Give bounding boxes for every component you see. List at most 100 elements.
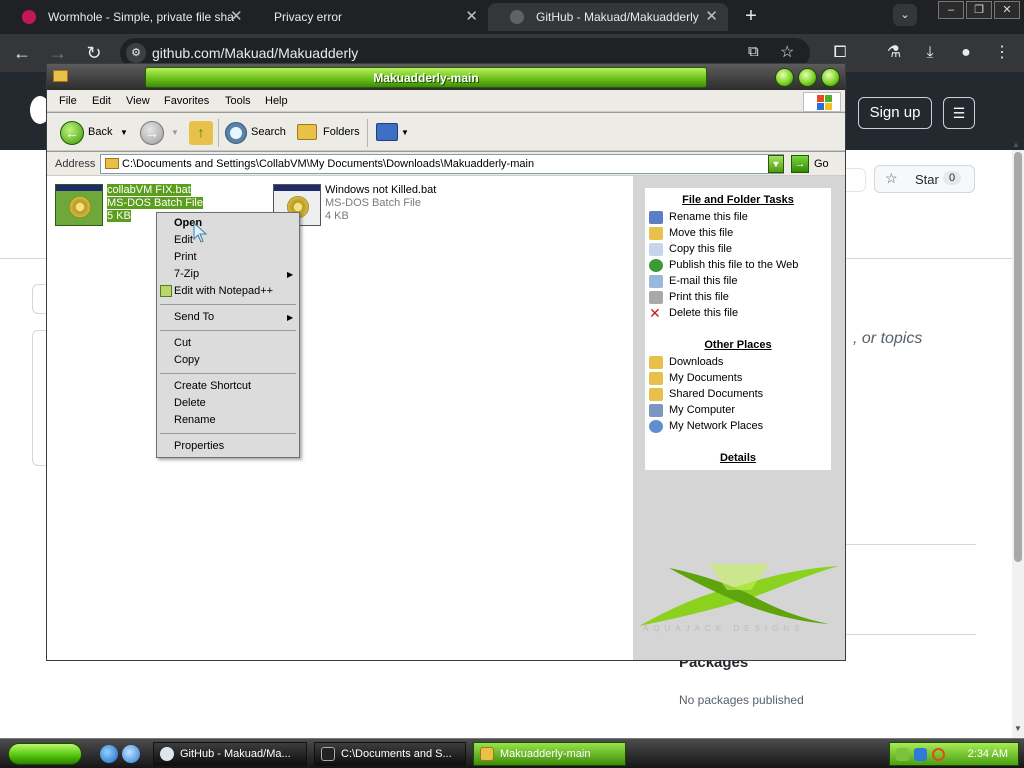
taskbar-item-github[interactable]: GitHub - Makuad/Ma... bbox=[153, 742, 307, 766]
tab-github[interactable]: GitHub - Makuad/Makuadderly ✕ bbox=[488, 3, 728, 31]
back-button[interactable]: Back bbox=[88, 126, 112, 138]
clock[interactable]: 2:34 AM bbox=[968, 748, 1008, 760]
task-copy[interactable]: Copy this file bbox=[669, 243, 732, 255]
computer-icon bbox=[649, 404, 663, 417]
ctx-cut[interactable]: Cut bbox=[174, 337, 191, 349]
tray-volume-icon[interactable] bbox=[914, 748, 927, 761]
menu-file[interactable]: File bbox=[59, 95, 77, 107]
restore-icon[interactable]: ❐ bbox=[966, 1, 992, 19]
star-button[interactable]: ☆ Star 0 bbox=[874, 165, 975, 193]
back-dropdown-icon[interactable]: ▼ bbox=[120, 128, 128, 137]
download-icon[interactable]: ⤓ bbox=[917, 40, 943, 66]
tray-search-icon[interactable] bbox=[932, 748, 945, 761]
tray-network-icon[interactable] bbox=[896, 748, 909, 761]
back-arrow-icon[interactable]: ← bbox=[9, 40, 35, 66]
place-my-documents[interactable]: My Documents bbox=[669, 372, 742, 384]
ctx-edit-notepadpp[interactable]: Edit with Notepad++ bbox=[174, 285, 273, 297]
folders-button[interactable]: Folders bbox=[323, 126, 360, 138]
more-menu-icon[interactable]: ⋮ bbox=[989, 40, 1015, 66]
profile-icon[interactable]: ● bbox=[953, 40, 979, 66]
internet-explorer-icon[interactable] bbox=[100, 745, 118, 763]
ctx-print[interactable]: Print bbox=[174, 251, 197, 263]
details-heading[interactable]: Details bbox=[645, 452, 831, 464]
task-rename[interactable]: Rename this file bbox=[669, 211, 748, 223]
address-dropdown-icon[interactable]: ▼ bbox=[768, 155, 784, 173]
address-path[interactable]: C:\Documents and Settings\CollabVM\My Do… bbox=[122, 158, 534, 170]
new-tab-button[interactable]: + bbox=[738, 4, 764, 30]
scroll-up-icon[interactable]: ▲ bbox=[1012, 140, 1020, 149]
close-tab-icon[interactable]: ✕ bbox=[230, 7, 243, 25]
install-icon[interactable]: ⧉ bbox=[748, 43, 759, 60]
ctx-7zip[interactable]: 7-Zip bbox=[174, 268, 199, 280]
task-move[interactable]: Move this file bbox=[669, 227, 733, 239]
scrollbar-thumb[interactable] bbox=[1014, 152, 1022, 562]
page-scrollbar[interactable]: ▲ ▼ bbox=[1012, 140, 1024, 740]
tasks-panel: File and Folder Tasks Rename this file M… bbox=[645, 188, 831, 470]
menu-favorites[interactable]: Favorites bbox=[164, 95, 209, 107]
forward-dropdown-icon[interactable]: ▼ bbox=[171, 128, 179, 137]
other-places-heading[interactable]: Other Places bbox=[645, 339, 831, 351]
ctx-rename[interactable]: Rename bbox=[174, 414, 216, 426]
task-email[interactable]: E-mail this file bbox=[669, 275, 737, 287]
folder-up-icon[interactable]: ↑ bbox=[189, 121, 213, 145]
minimize-button[interactable] bbox=[775, 68, 794, 87]
ctx-copy[interactable]: Copy bbox=[174, 354, 200, 366]
taskbar-item-explorer[interactable]: Makuadderly-main bbox=[473, 742, 626, 766]
url-text[interactable]: github.com/Makuad/Makuadderly bbox=[152, 45, 358, 61]
file-tasks-heading[interactable]: File and Folder Tasks bbox=[645, 194, 831, 206]
bookmark-star-icon[interactable]: ☆ bbox=[780, 42, 794, 62]
search-button[interactable]: Search bbox=[251, 126, 286, 138]
close-icon[interactable]: ✕ bbox=[994, 1, 1020, 19]
views-dropdown-icon[interactable]: ▼ bbox=[401, 128, 409, 137]
globe-icon bbox=[649, 259, 663, 272]
task-print[interactable]: Print this file bbox=[669, 291, 729, 303]
menu-help[interactable]: Help bbox=[265, 95, 288, 107]
browser-shortcut-icon[interactable] bbox=[122, 745, 140, 763]
folder-icon bbox=[105, 158, 119, 169]
ctx-edit[interactable]: Edit bbox=[174, 234, 193, 246]
address-field[interactable]: C:\Documents and Settings\CollabVM\My Do… bbox=[100, 154, 784, 174]
place-my-computer[interactable]: My Computer bbox=[669, 404, 735, 416]
close-button[interactable] bbox=[821, 68, 840, 87]
start-button[interactable] bbox=[8, 743, 82, 765]
close-tab-icon[interactable]: ✕ bbox=[465, 7, 478, 25]
search-icon[interactable] bbox=[225, 122, 247, 144]
menu-tools[interactable]: Tools bbox=[225, 95, 251, 107]
file-windows-not-killed[interactable]: Windows not Killed.bat MS-DOS Batch File… bbox=[273, 184, 473, 228]
place-shared-documents[interactable]: Shared Documents bbox=[669, 388, 763, 400]
mouse-cursor-icon bbox=[193, 222, 208, 243]
ctx-create-shortcut[interactable]: Create Shortcut bbox=[174, 380, 251, 392]
divider bbox=[846, 634, 976, 635]
site-info-icon[interactable]: ⚙ bbox=[126, 43, 146, 63]
go-arrow-icon[interactable]: → bbox=[791, 155, 809, 173]
sign-up-button[interactable]: Sign up bbox=[858, 97, 932, 129]
labs-flask-icon[interactable]: ⚗ bbox=[881, 40, 907, 66]
tab-search-button[interactable]: ⌄ bbox=[893, 4, 917, 26]
explorer-title-bar[interactable]: Makuadderly-main bbox=[47, 64, 845, 90]
x-logo-icon bbox=[639, 564, 839, 626]
place-downloads[interactable]: Downloads bbox=[669, 356, 723, 368]
menu-edit[interactable]: Edit bbox=[92, 95, 111, 107]
close-tab-icon[interactable]: ✕ bbox=[705, 7, 718, 25]
scroll-down-icon[interactable]: ▼ bbox=[1014, 724, 1022, 733]
folders-icon[interactable] bbox=[297, 124, 317, 140]
place-my-network[interactable]: My Network Places bbox=[669, 420, 763, 432]
minimize-icon[interactable]: – bbox=[938, 1, 964, 19]
ctx-properties[interactable]: Properties bbox=[174, 440, 224, 452]
go-button[interactable]: Go bbox=[814, 158, 829, 170]
views-icon[interactable] bbox=[376, 123, 398, 141]
forward-icon[interactable]: → bbox=[140, 121, 164, 145]
tab-privacy-error[interactable]: Privacy error ✕ bbox=[226, 3, 488, 31]
tab-wormhole[interactable]: Wormhole - Simple, private file sha bbox=[0, 3, 240, 31]
back-icon[interactable]: ← bbox=[60, 121, 84, 145]
ctx-send-to[interactable]: Send To bbox=[174, 311, 214, 323]
task-delete[interactable]: Delete this file bbox=[669, 307, 738, 319]
taskbar-item-cmd[interactable]: C:\Documents and S... bbox=[314, 742, 466, 766]
menu-icon[interactable]: ☰ bbox=[943, 97, 975, 129]
task-publish[interactable]: Publish this file to the Web bbox=[669, 259, 798, 271]
github-icon bbox=[510, 10, 524, 24]
file-view[interactable]: collabVM FIX.bat MS-DOS Batch File 5 KB … bbox=[47, 176, 633, 660]
menu-view[interactable]: View bbox=[126, 95, 150, 107]
maximize-button[interactable] bbox=[798, 68, 817, 87]
ctx-delete[interactable]: Delete bbox=[174, 397, 206, 409]
